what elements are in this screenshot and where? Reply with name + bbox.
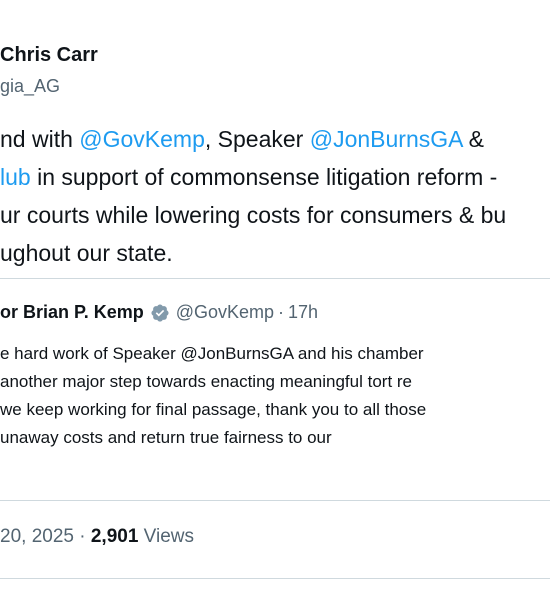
quoted-text-line: we keep working for final passage, thank…: [0, 400, 427, 419]
tweet-text-segment: ughout our state.: [0, 240, 173, 266]
mention-link[interactable]: lub: [0, 164, 31, 190]
tweet-text-line: lub in support of commonsense litigation…: [0, 158, 506, 196]
quoted-tweet-header: or Brian P. Kemp @GovKemp · 17h: [0, 302, 318, 323]
meta-bottom-divider: [0, 578, 550, 579]
mention-link[interactable]: @JonBurnsGA: [310, 126, 462, 152]
quoted-author-name[interactable]: or Brian P. Kemp: [0, 302, 144, 323]
quoted-text-line: e hard work of Speaker @JonBurnsGA and h…: [0, 344, 424, 363]
quoted-tweet-time[interactable]: 17h: [288, 302, 318, 323]
quoted-tweet[interactable]: or Brian P. Kemp @GovKemp · 17h e hard w…: [0, 278, 550, 500]
tweet-text-segment: in support of commonsense litigation ref…: [30, 164, 498, 190]
quoted-author-handle[interactable]: @GovKemp: [176, 302, 274, 323]
tweet-meta: 20, 2025 · 2,901 Views: [0, 526, 194, 548]
verified-badge-icon: [150, 303, 170, 323]
views-label: Views: [138, 526, 195, 547]
tweet-text-segment: ur courts while lowering costs for consu…: [0, 202, 507, 228]
author-name[interactable]: Chris Carr: [0, 44, 98, 67]
quoted-text-line: another major step towards enacting mean…: [0, 372, 413, 391]
tweet-text-segment: , Speaker: [204, 126, 310, 152]
separator-dot: ·: [278, 302, 285, 322]
author-handle[interactable]: gia_AG: [0, 76, 60, 97]
tweet-text-line: ur courts while lowering costs for consu…: [0, 196, 506, 234]
tweet-detail-view: Chris Carr gia_AG nd with @GovKemp, Spea…: [0, 0, 550, 600]
quoted-text-line: unaway costs and return true fairness to…: [0, 428, 332, 447]
meta-top-divider: [0, 500, 550, 501]
tweet-text-segment: nd with: [0, 126, 80, 152]
views-count: 2,901: [90, 526, 139, 547]
tweet-text-line: ughout our state.: [0, 234, 506, 272]
tweet-text-segment: &: [462, 126, 484, 152]
tweet-date[interactable]: 20, 2025 ·: [0, 526, 91, 547]
quoted-tweet-text: e hard work of Speaker @JonBurnsGA and h…: [0, 340, 426, 452]
tweet-text: nd with @GovKemp, Speaker @JonBurnsGA & l…: [0, 120, 506, 272]
mention-link[interactable]: @GovKemp: [79, 126, 205, 152]
tweet-text-line: nd with @GovKemp, Speaker @JonBurnsGA &: [0, 120, 506, 158]
